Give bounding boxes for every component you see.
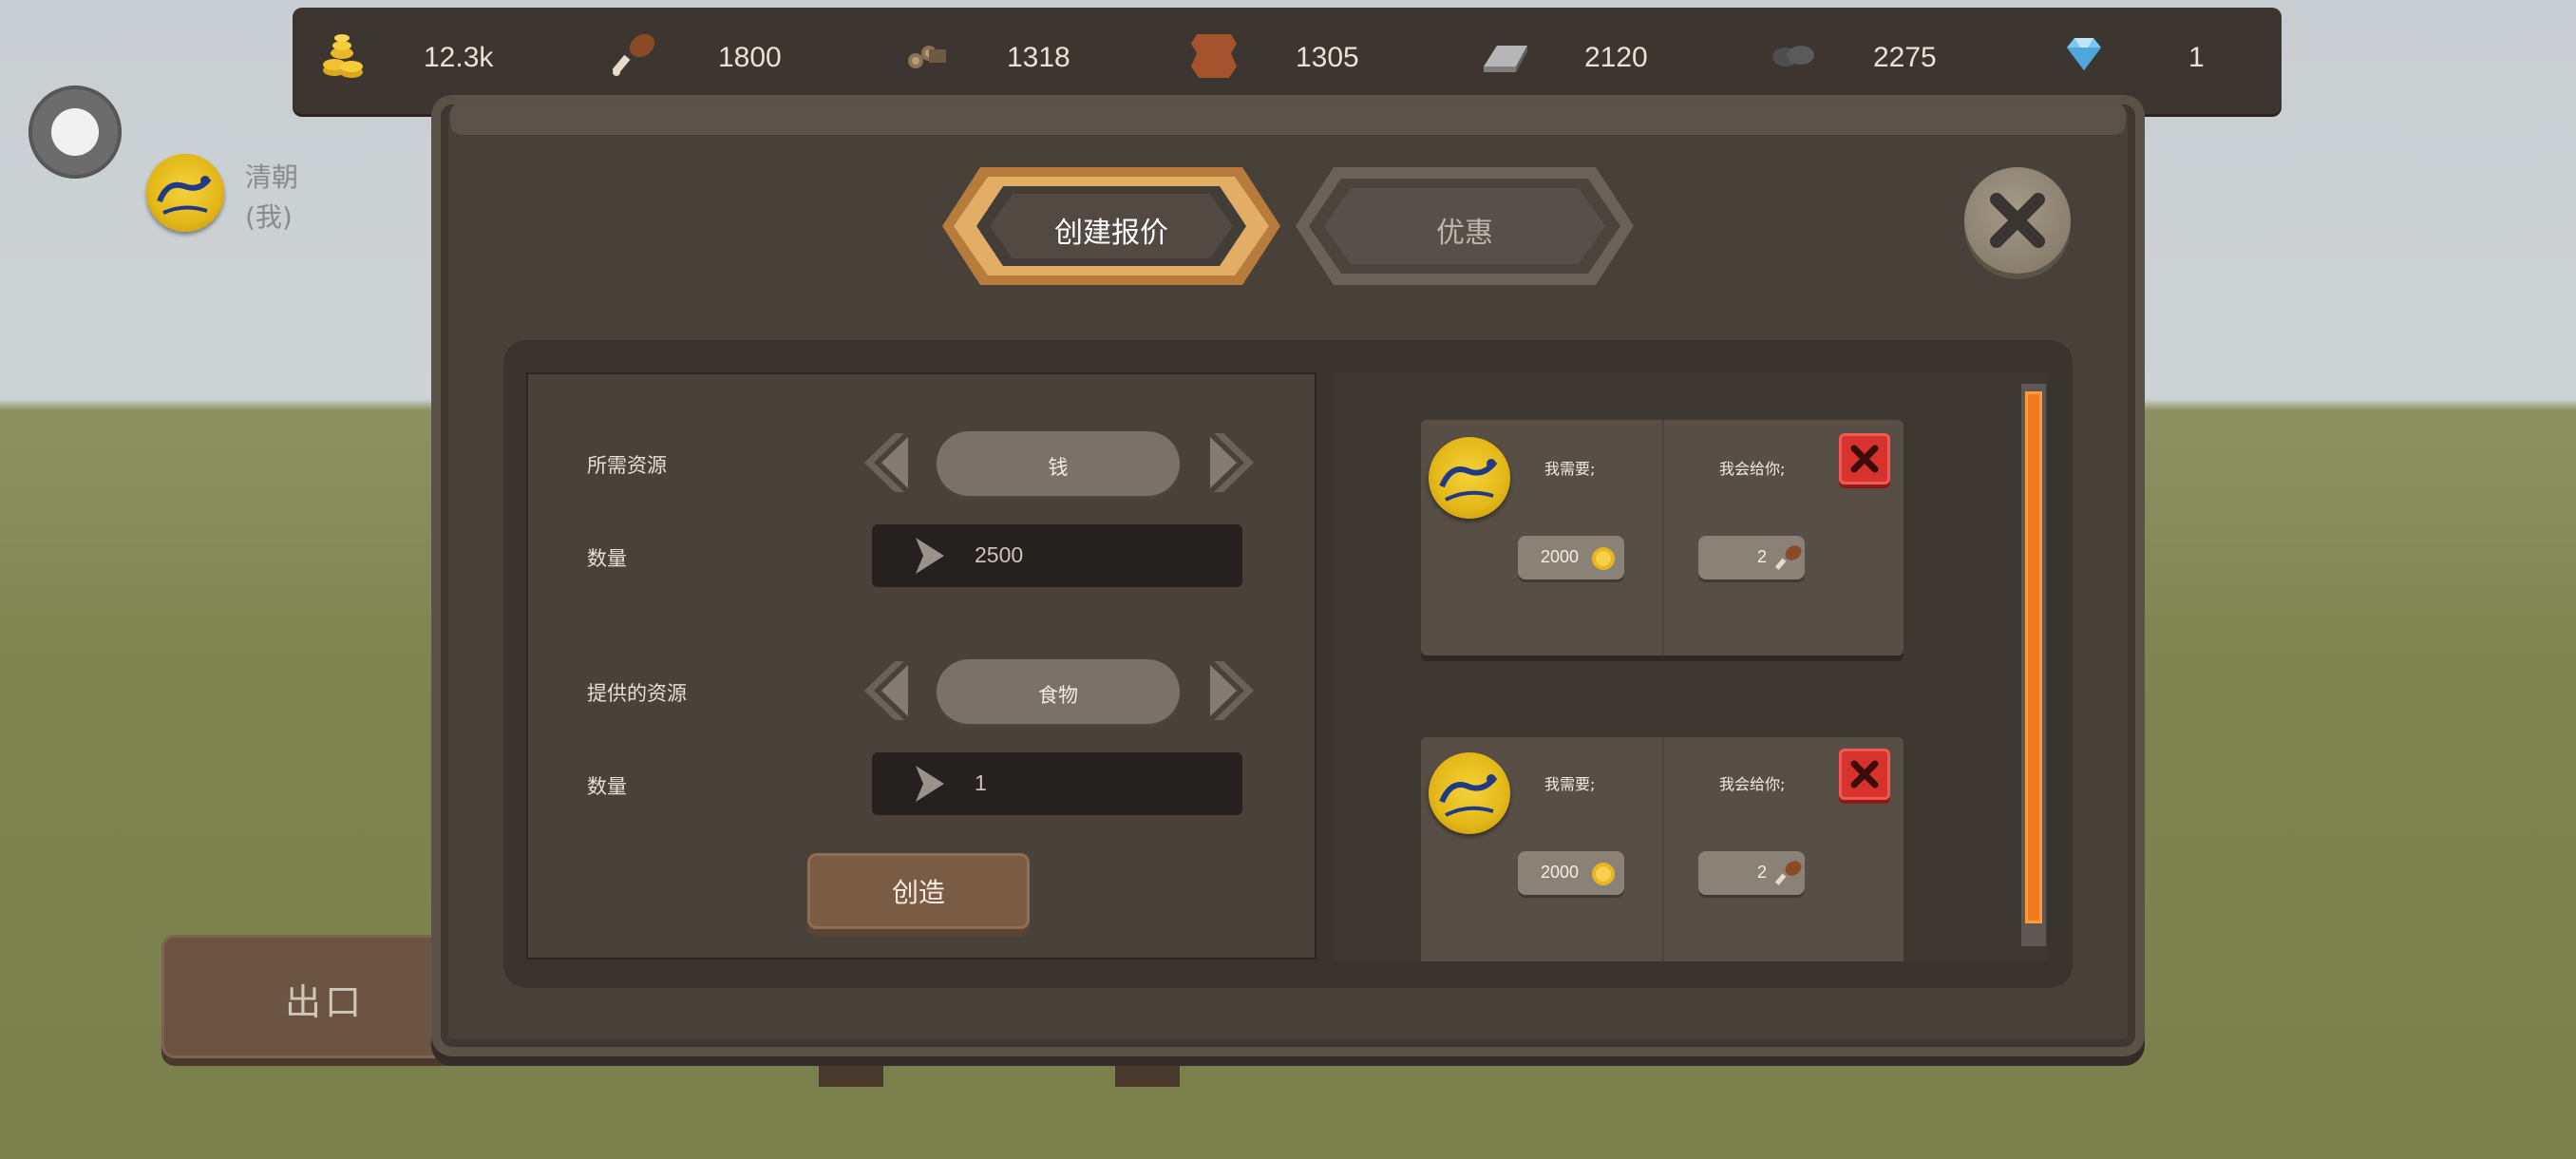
- coin-icon: [1592, 547, 1615, 570]
- close-icon: [1850, 760, 1879, 788]
- chevron-left-icon[interactable]: [857, 657, 923, 724]
- stone-icon: [1772, 46, 1814, 66]
- wood-logs-icon: [908, 46, 946, 68]
- delete-offer-button[interactable]: [1839, 433, 1890, 484]
- offer-divider: [1662, 737, 1664, 961]
- required-resource-label: 所需资源: [587, 454, 667, 477]
- board-leg: [819, 1064, 883, 1087]
- tab-create-offer-label: 创建报价: [1054, 217, 1168, 250]
- food-drumstick-icon: [1774, 545, 1802, 570]
- offer-give-label: 我会给你;: [1719, 775, 1786, 793]
- iron-value: 2120: [1584, 42, 1648, 73]
- tab-deals-label: 优惠: [1436, 217, 1493, 250]
- food-value: 1800: [718, 42, 782, 73]
- offers-list: 我需要; 我会给你; 2000 2 我需要; 我会给你; 2000 2: [1334, 372, 2048, 961]
- create-button-label: 创造: [891, 877, 945, 908]
- offered-resource-label: 提供的资源: [587, 682, 687, 705]
- play-arrow-icon: [916, 538, 944, 574]
- exit-button-label: 出口: [285, 981, 366, 1023]
- offered-resource-value: 食物: [1038, 684, 1078, 707]
- dragon-emblem-icon: [1439, 459, 1498, 502]
- menu-round-button[interactable]: [28, 86, 122, 179]
- quantity-value-1: 2500: [975, 542, 1024, 567]
- chevron-right-icon[interactable]: [1195, 429, 1261, 496]
- offer-need-amount: 2000: [1541, 547, 1580, 566]
- quantity-label-1: 数量: [587, 547, 627, 570]
- offer-give-amount: 2: [1757, 863, 1768, 882]
- close-icon: [1850, 445, 1879, 473]
- board-leg: [1115, 1064, 1180, 1087]
- coins-icon: [323, 34, 363, 78]
- food-drumstick-icon: [1774, 861, 1802, 885]
- offers-scrollbar-thumb[interactable]: [2025, 391, 2042, 923]
- offer-give-amount: 2: [1757, 547, 1768, 566]
- player-name-line1: 清朝: [245, 162, 299, 193]
- offer-divider: [1662, 420, 1664, 656]
- close-icon: [1990, 193, 2045, 248]
- quantity-label-2: 数量: [587, 775, 627, 798]
- required-resource-value: 钱: [1048, 456, 1069, 479]
- chevron-left-icon[interactable]: [857, 429, 923, 496]
- player-avatar: [146, 154, 224, 232]
- play-arrow-icon: [916, 766, 944, 802]
- offer-avatar: [1429, 437, 1510, 519]
- offer-need-label: 我需要;: [1544, 775, 1596, 793]
- wood-value: 1318: [1007, 42, 1070, 73]
- leather-hide-icon: [1191, 34, 1237, 78]
- diamond-value: 1: [2188, 42, 2205, 73]
- offer-need-label: 我需要;: [1544, 460, 1596, 478]
- coins-value: 12.3k: [424, 42, 494, 73]
- stone-value: 2275: [1873, 42, 1937, 73]
- offer-need-amount: 2000: [1541, 863, 1580, 882]
- offer-avatar: [1429, 752, 1510, 834]
- player-name-line2: (我): [245, 201, 293, 233]
- close-button[interactable]: [1964, 167, 2071, 274]
- food-drumstick-icon: [612, 33, 655, 76]
- offer-give-label: 我会给你;: [1719, 460, 1786, 478]
- iron-ingot-icon: [1484, 46, 1527, 72]
- coin-icon: [1592, 863, 1615, 885]
- diamond-icon: [2067, 38, 2101, 70]
- dragon-emblem-icon: [1439, 774, 1498, 817]
- player-name: 清朝 (我): [245, 158, 298, 238]
- delete-offer-button[interactable]: [1839, 749, 1890, 800]
- dragon-emblem-icon: [157, 176, 212, 215]
- leather-value: 1305: [1296, 42, 1359, 73]
- dialog-top-trim: [450, 103, 2126, 135]
- chevron-right-icon[interactable]: [1195, 657, 1261, 724]
- quantity-value-2: 1: [975, 770, 987, 795]
